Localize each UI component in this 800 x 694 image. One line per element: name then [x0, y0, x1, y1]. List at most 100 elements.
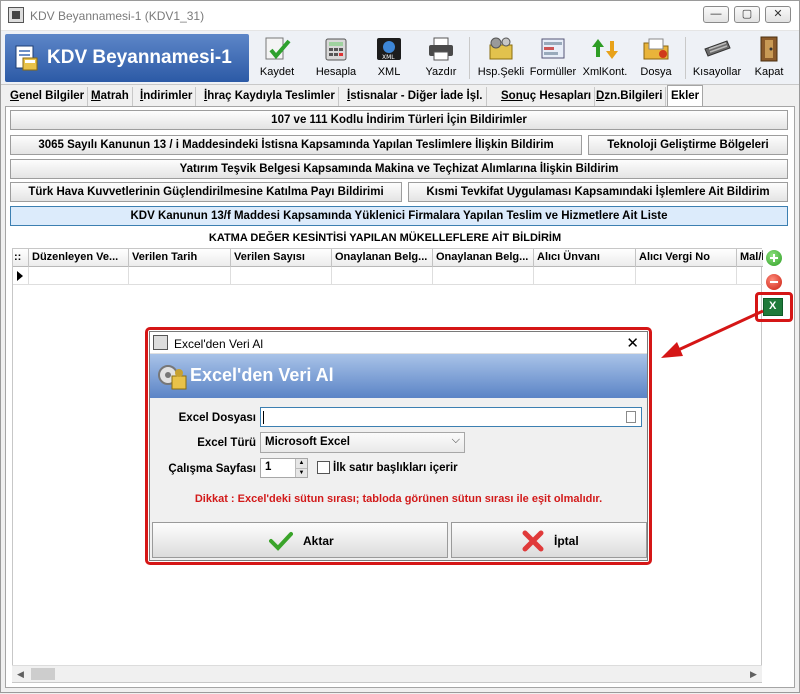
- toolbar-formulas-button[interactable]: Formüller: [529, 33, 577, 83]
- toolbar-label: Kapat: [754, 66, 784, 78]
- row-indicator-header: ::: [13, 249, 29, 267]
- brand-title: KDV Beyannamesi-1: [47, 47, 232, 68]
- close-button[interactable]: ✕: [765, 6, 791, 23]
- tab-result-accounts[interactable]: Sonuç Hesapları: [498, 87, 596, 106]
- remove-row-icon[interactable]: [766, 274, 782, 290]
- column-header[interactable]: Verilen Sayısı: [231, 249, 332, 267]
- spin-down-icon[interactable]: ▼: [295, 468, 307, 477]
- tab-preparer-info[interactable]: Dzn.Bilgileri: [593, 87, 667, 106]
- table-cell[interactable]: [29, 267, 129, 285]
- excel-gears-icon: [158, 365, 187, 390]
- tab-general-info[interactable]: Genel Bilgiler: [7, 87, 89, 106]
- tab-export-deliveries[interactable]: İhraç Kaydıyla Teslimler: [201, 87, 339, 106]
- column-header[interactable]: Onaylanan Belg...: [433, 249, 534, 267]
- toolbar-calc-method-button[interactable]: Hsp.Şekli: [476, 33, 526, 83]
- column-header[interactable]: Onaylanan Belg...: [332, 249, 433, 267]
- chevron-down-icon: ⌵: [451, 434, 460, 446]
- brand-banner: KDV Beyannamesi-1: [5, 34, 249, 82]
- calculator-icon: [325, 38, 347, 61]
- column-header[interactable]: Düzenleyen Ve...: [29, 249, 129, 267]
- transfer-button[interactable]: Aktar: [152, 522, 448, 558]
- title-bar: KDV Beyannamesi-1 (KDV1_31) — ▢ ✕: [1, 1, 799, 31]
- toolbar-label: Hesapla: [315, 66, 357, 78]
- table-cell[interactable]: [231, 267, 332, 285]
- scroll-left-icon[interactable]: ◀: [12, 666, 29, 683]
- keyboard-icon: [704, 40, 731, 57]
- button-technology-zones[interactable]: Teknoloji Geliştirme Bölgeleri: [588, 135, 788, 155]
- dialog-app-icon: [153, 335, 168, 350]
- table-cell[interactable]: [129, 267, 231, 285]
- toolbar-shortcuts-button[interactable]: Kısayollar: [691, 33, 743, 83]
- toolbar-xml-check-button[interactable]: XmlKont.: [581, 33, 629, 83]
- table-cell[interactable]: [534, 267, 636, 285]
- column-header[interactable]: Alıcı Vergi No: [636, 249, 737, 267]
- sheet-value: 1: [265, 461, 272, 473]
- dialog-banner: Excel'den Veri Al: [150, 354, 647, 398]
- table-cell[interactable]: [433, 267, 534, 285]
- cancel-label: İptal: [554, 534, 579, 548]
- toolbar-print-button[interactable]: Yazdır: [422, 33, 460, 83]
- table-cell[interactable]: [636, 267, 737, 285]
- column-header[interactable]: Mal/İ: [737, 249, 763, 267]
- excel-file-input[interactable]: [260, 407, 642, 427]
- toolbar-label: Kaydet: [259, 66, 295, 78]
- add-row-icon[interactable]: [766, 250, 782, 266]
- main-window: KDV Beyannamesi-1 (KDV1_31) — ▢ ✕ KDV Be…: [0, 0, 800, 693]
- button-3065-exemption-notification[interactable]: 3065 Sayılı Kanunun 13 / i Maddesindeki …: [10, 135, 582, 155]
- toolbar-save-button[interactable]: Kaydet: [256, 33, 298, 83]
- file-browse-icon[interactable]: [626, 411, 636, 423]
- toolbar-label: Kısayollar: [692, 66, 742, 78]
- svg-text:XML: XML: [382, 54, 395, 61]
- table-cell[interactable]: [737, 267, 763, 285]
- tab-exemptions[interactable]: İstisnalar - Diğer İade İşl.: [344, 87, 487, 106]
- column-header[interactable]: Alıcı Ünvanı: [534, 249, 636, 267]
- dialog-title: Excel'den Veri Al: [174, 337, 264, 351]
- cancel-button[interactable]: İptal: [451, 522, 647, 558]
- formula-icon: [541, 38, 565, 59]
- dialog-title-bar: Excel'den Veri Al ✕: [150, 332, 647, 354]
- excel-import-icon[interactable]: [763, 298, 783, 316]
- toolbar-calculate-button[interactable]: Hesapla: [313, 33, 359, 83]
- excel-type-select[interactable]: Microsoft Excel ⌵: [260, 432, 465, 453]
- printer-icon: [429, 37, 453, 61]
- spin-up-icon[interactable]: ▲: [295, 459, 307, 468]
- cancel-cross-icon: [522, 530, 544, 552]
- toolbar-xml-button[interactable]: XML XML: [371, 33, 407, 83]
- toolbar-close-button[interactable]: Kapat: [751, 33, 787, 83]
- button-air-force-contribution[interactable]: Türk Hava Kuvvetlerinin Güçlendirilmesin…: [10, 182, 402, 202]
- scroll-thumb[interactable]: [31, 668, 55, 680]
- tab-strip: Genel Bilgiler Matrah İndirimler İhraç K…: [5, 85, 795, 107]
- tab-matrah[interactable]: Matrah: [88, 87, 133, 106]
- toolbar-separator: [469, 37, 470, 79]
- first-row-header-label: İlk satır başlıkları içerir: [333, 462, 458, 474]
- document-calc-icon: [15, 45, 38, 71]
- toolbar-label: Yazdır: [425, 66, 457, 78]
- excel-type-label: Excel Türü: [197, 437, 256, 449]
- horizontal-scrollbar[interactable]: ◀ ▶: [12, 665, 762, 682]
- excel-file-label: Excel Dosyası: [178, 412, 256, 424]
- window-title: KDV Beyannamesi-1 (KDV1_31): [30, 9, 205, 23]
- toolbar-label: XML: [377, 66, 401, 78]
- tab-attachments[interactable]: Ekler: [667, 85, 704, 107]
- transfer-label: Aktar: [303, 534, 334, 548]
- sheet-label: Çalışma Sayfası: [168, 463, 256, 475]
- first-row-header-checkbox[interactable]: [317, 461, 330, 474]
- toolbar-file-button[interactable]: Dosya: [637, 33, 675, 83]
- button-partial-withholding[interactable]: Kısmi Tevkifat Uygulaması Kapsamındaki İ…: [408, 182, 788, 202]
- button-13f-contractor-list[interactable]: KDV Kanunun 13/f Maddesi Kapsamında Yükl…: [10, 206, 788, 226]
- table-cell[interactable]: [332, 267, 433, 285]
- check-icon: [269, 532, 293, 551]
- maximize-button[interactable]: ▢: [734, 6, 760, 23]
- toolbar-label: Dosya: [640, 66, 672, 78]
- minimize-button[interactable]: —: [703, 6, 729, 23]
- table-row[interactable]: [13, 267, 763, 285]
- sheet-spinner[interactable]: 1 ▲ ▼: [260, 458, 308, 478]
- toolbar-label: Formüller: [529, 66, 577, 78]
- dialog-close-button[interactable]: ✕: [626, 334, 639, 352]
- tab-deductions[interactable]: İndirimler: [137, 87, 197, 106]
- button-107-111-notifications[interactable]: 107 ve 111 Kodlu İndirim Türleri İçin Bi…: [10, 110, 788, 130]
- folder-icon: [643, 38, 669, 60]
- button-investment-incentive[interactable]: Yatırım Teşvik Belgesi Kapsamında Makina…: [10, 159, 788, 179]
- scroll-right-icon[interactable]: ▶: [745, 666, 762, 683]
- column-header[interactable]: Verilen Tarih: [129, 249, 231, 267]
